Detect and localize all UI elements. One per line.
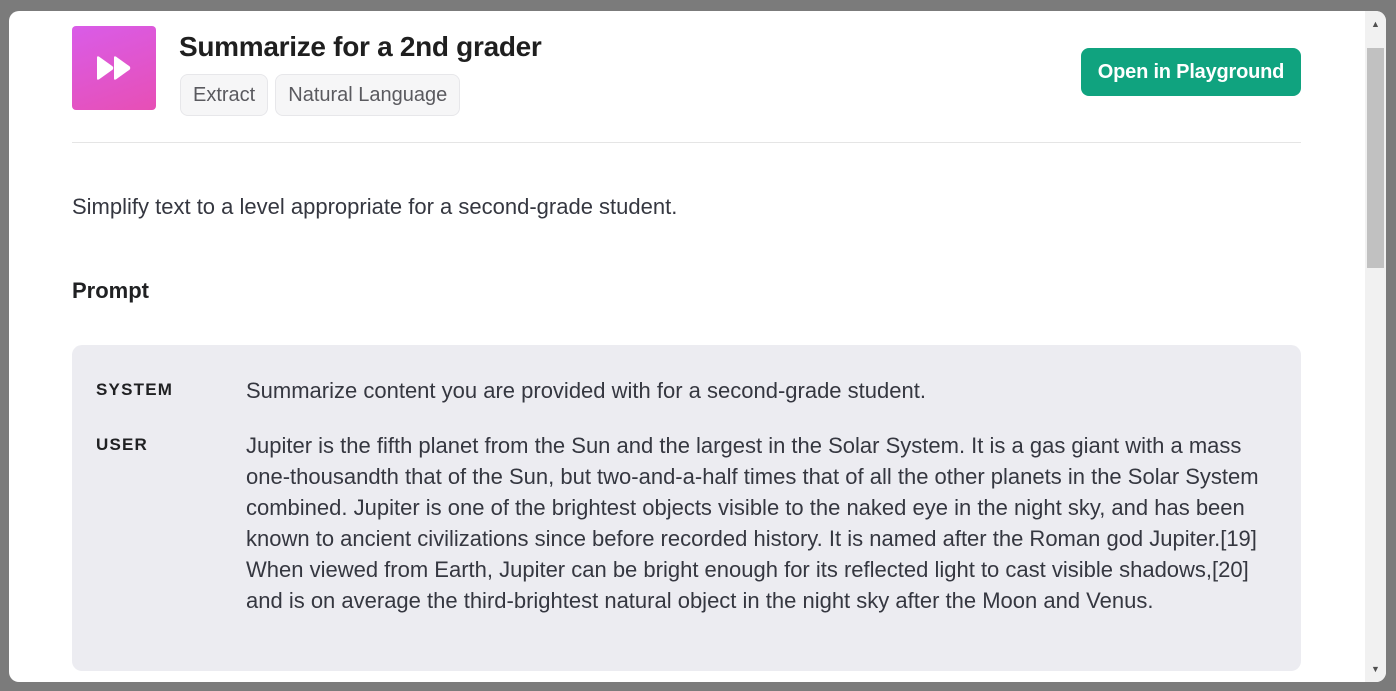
example-icon-tile — [72, 26, 156, 110]
scroll-up-arrow-icon[interactable]: ▲ — [1365, 15, 1386, 33]
message-role-label: USER — [96, 435, 149, 454]
example-modal: Summarize for a 2nd grader Extract Natur… — [9, 11, 1386, 682]
tag-list: Extract Natural Language — [180, 74, 461, 116]
message-content: Jupiter is the fifth planet from the Sun… — [246, 433, 1259, 613]
example-description: Simplify text to a level appropriate for… — [72, 194, 678, 219]
message-content: Summarize content you are provided with … — [246, 378, 926, 403]
tag-extract: Extract — [180, 74, 269, 116]
prompt-messages-box: SYSTEM Summarize content you are provide… — [72, 345, 1301, 671]
scrollbar-thumb[interactable] — [1367, 48, 1384, 268]
fast-forward-icon — [97, 56, 131, 80]
header-divider — [72, 142, 1301, 143]
modal-content: Summarize for a 2nd grader Extract Natur… — [9, 11, 1365, 682]
vertical-scrollbar[interactable]: ▲ ▼ — [1365, 11, 1386, 682]
open-in-playground-button[interactable]: Open in Playground — [1081, 48, 1301, 96]
prompt-section-title: Prompt — [72, 278, 149, 303]
scroll-down-arrow-icon[interactable]: ▼ — [1365, 660, 1386, 678]
message-role-label: SYSTEM — [96, 380, 174, 399]
tag-natural-language: Natural Language — [275, 74, 461, 116]
system-message-row: SYSTEM Summarize content you are provide… — [96, 375, 1277, 406]
page-title: Summarize for a 2nd grader — [179, 31, 542, 62]
user-message-row: USER Jupiter is the fifth planet from th… — [96, 430, 1277, 616]
